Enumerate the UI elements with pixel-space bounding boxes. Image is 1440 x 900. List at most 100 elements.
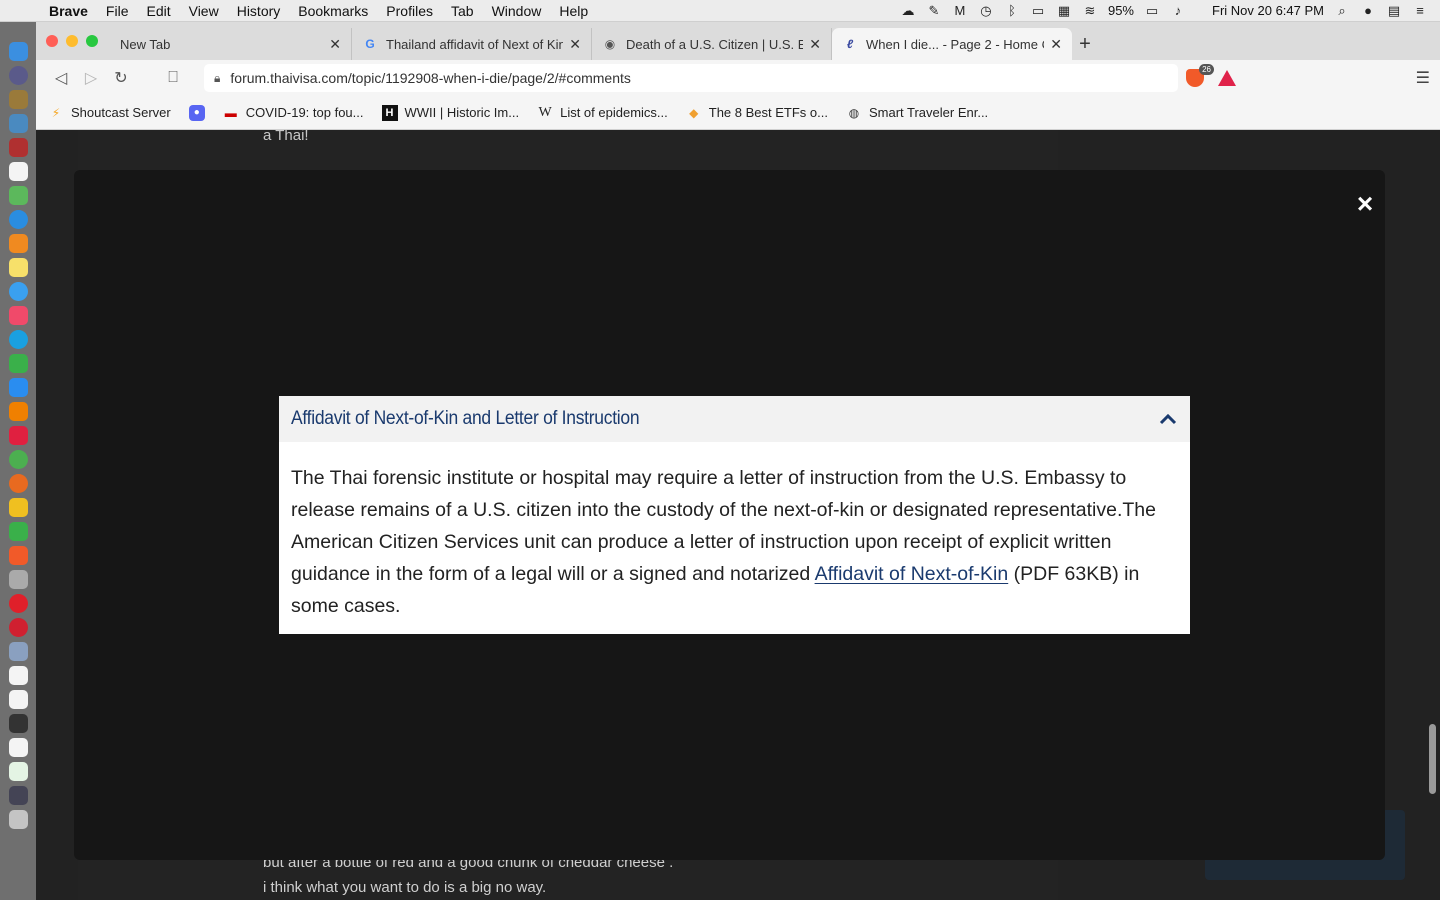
affidavit-link[interactable]: Affidavit of Next-of-Kin: [815, 563, 1009, 585]
facetime-icon[interactable]: [8, 522, 28, 541]
close-lightbox-button[interactable]: ×: [1353, 190, 1377, 218]
preview-icon[interactable]: [8, 114, 28, 133]
malwarebytes-icon[interactable]: M: [952, 3, 968, 18]
firefox-icon[interactable]: [8, 474, 28, 493]
tab-title: Thailand affidavit of Next of Kin: [386, 36, 564, 52]
maps-icon[interactable]: [8, 186, 28, 205]
menu-help[interactable]: Help: [550, 3, 597, 19]
tab-new-tab[interactable]: New Tab ✕: [40, 28, 352, 60]
bookmark-smart-traveler[interactable]: ◍ Smart Traveler Enr...: [846, 105, 988, 121]
google-icon: G: [365, 37, 375, 51]
archive-icon[interactable]: [8, 570, 28, 589]
menu-tab[interactable]: Tab: [442, 3, 483, 19]
bookmark-icon[interactable]: ⎕: [158, 69, 188, 87]
chrome-icon[interactable]: [8, 450, 28, 469]
app-store-icon[interactable]: [8, 378, 28, 397]
document-icon-2[interactable]: [8, 690, 28, 709]
bookmark-shoutcast[interactable]: ⚡ Shoutcast Server: [48, 105, 171, 121]
messages-icon[interactable]: [8, 282, 28, 301]
siri-icon[interactable]: ●: [1360, 3, 1376, 18]
close-tab-icon[interactable]: ✕: [569, 36, 581, 53]
control-center-icon[interactable]: ▤: [1386, 3, 1402, 18]
calendar-icon[interactable]: [8, 162, 28, 181]
chevron-up-icon[interactable]: [1158, 409, 1178, 429]
accordion-title: Affidavit of Next-of-Kin and Letter of I…: [291, 408, 640, 429]
menu-file[interactable]: File: [97, 3, 138, 19]
tab-thailand-affidavit[interactable]: G Thailand affidavit of Next of Kin ✕: [352, 28, 592, 60]
stickies-icon[interactable]: [8, 258, 28, 277]
numbers-icon[interactable]: [8, 354, 28, 373]
thaivisa-icon: ℓ: [846, 37, 854, 51]
finder-icon[interactable]: [8, 42, 28, 61]
bluetooth-icon[interactable]: ᛒ: [1004, 3, 1020, 18]
tab-when-i-die[interactable]: ℓ When I die... - Page 2 - Home Co ✕: [832, 28, 1072, 60]
books-icon[interactable]: [8, 234, 28, 253]
brave-icon[interactable]: [8, 546, 28, 565]
bookmark-epidemics[interactable]: W List of epidemics...: [537, 105, 667, 121]
close-tab-icon[interactable]: ✕: [1050, 36, 1062, 53]
skype-icon[interactable]: [8, 330, 28, 349]
tab-death-of-us-citizen[interactable]: ◉ Death of a U.S. Citizen | U.S. Em ✕: [592, 28, 832, 60]
airplay-icon[interactable]: ▭: [1030, 3, 1046, 18]
notes-app-icon[interactable]: [8, 90, 28, 109]
close-tab-icon[interactable]: ✕: [329, 36, 341, 53]
dock: [0, 22, 36, 900]
document-icon-3[interactable]: [8, 738, 28, 757]
reload-button[interactable]: ↻: [106, 68, 136, 88]
bookmark-discord[interactable]: ●: [188, 104, 205, 121]
wifi-icon[interactable]: ≋: [1082, 3, 1098, 18]
memory-icon[interactable]: ▦: [1056, 3, 1072, 18]
document-icon-4[interactable]: [8, 762, 28, 781]
menu-window[interactable]: Window: [483, 3, 551, 19]
back-button[interactable]: ◁: [46, 68, 76, 88]
browser-menu-icon[interactable]: ☰: [1416, 68, 1430, 88]
accordion-panel: Affidavit of Next-of-Kin and Letter of I…: [279, 396, 1190, 634]
accordion-header[interactable]: Affidavit of Next-of-Kin and Letter of I…: [279, 396, 1190, 442]
lock-icon[interactable]: 🔒︎: [214, 71, 220, 86]
script-icon[interactable]: ✎: [926, 3, 942, 18]
opera-icon[interactable]: [8, 594, 28, 613]
close-tab-icon[interactable]: ✕: [809, 36, 821, 53]
vlc-icon[interactable]: [8, 402, 28, 421]
forward-button[interactable]: ▷: [76, 68, 106, 88]
browser-chrome: New Tab ✕ G Thailand affidavit of Next o…: [36, 22, 1440, 130]
menu-edit[interactable]: Edit: [137, 3, 179, 19]
menu-app-name[interactable]: Brave: [40, 3, 97, 19]
page-scrollbar[interactable]: [1429, 724, 1436, 794]
express-vpn-icon[interactable]: [8, 618, 28, 637]
menu-view[interactable]: View: [180, 3, 228, 19]
bookmark-covid[interactable]: ▬ COVID-19: top fou...: [223, 105, 364, 121]
document-icon-1[interactable]: [8, 666, 28, 685]
time-machine-icon[interactable]: ◷: [978, 3, 994, 18]
bookmark-etfs[interactable]: ◆ The 8 Best ETFs o...: [686, 105, 828, 121]
bookmarks-bar: ⚡ Shoutcast Server ● ▬ COVID-19: top fou…: [36, 96, 1440, 130]
image-capture-icon[interactable]: [8, 642, 28, 661]
brave-shields-icon[interactable]: 26: [1186, 64, 1214, 87]
lightning-icon: ⚡: [51, 105, 61, 120]
brave-rewards-icon[interactable]: [1218, 70, 1236, 86]
trash-icon[interactable]: [8, 810, 28, 829]
volume-icon[interactable]: ♪: [1170, 3, 1186, 18]
creative-cloud-icon[interactable]: ☁: [900, 3, 916, 18]
embassy-seal-icon: ◉: [604, 37, 616, 51]
new-tab-button[interactable]: +: [1072, 28, 1098, 60]
bookmark-wwii[interactable]: H WWII | Historic Im...: [381, 104, 519, 121]
news-icon[interactable]: [8, 426, 28, 445]
menu-bookmarks[interactable]: Bookmarks: [289, 3, 377, 19]
menu-history[interactable]: History: [228, 3, 290, 19]
pencil-app-icon[interactable]: [8, 498, 28, 517]
address-bar[interactable]: 🔒︎ forum.thaivisa.com/topic/1192908-when…: [204, 64, 1178, 92]
lightbox-overlay: × Affidavit of Next-of-Kin and Letter of…: [74, 170, 1385, 860]
clock[interactable]: Fri Nov 20 6:47 PM: [1212, 3, 1324, 18]
launchpad-icon[interactable]: [8, 66, 28, 85]
battery-icon[interactable]: ▭: [1144, 3, 1160, 18]
music-icon[interactable]: [8, 306, 28, 325]
screen-icon[interactable]: [8, 786, 28, 805]
spotlight-icon[interactable]: ⌕: [1334, 3, 1350, 18]
menu-profiles[interactable]: Profiles: [377, 3, 442, 19]
safari-icon[interactable]: [8, 210, 28, 229]
notification-center-icon[interactable]: ≡: [1412, 3, 1428, 18]
terminal-icon[interactable]: [8, 714, 28, 733]
dictionary-icon[interactable]: [8, 138, 28, 157]
tab-title: New Tab: [120, 36, 171, 52]
